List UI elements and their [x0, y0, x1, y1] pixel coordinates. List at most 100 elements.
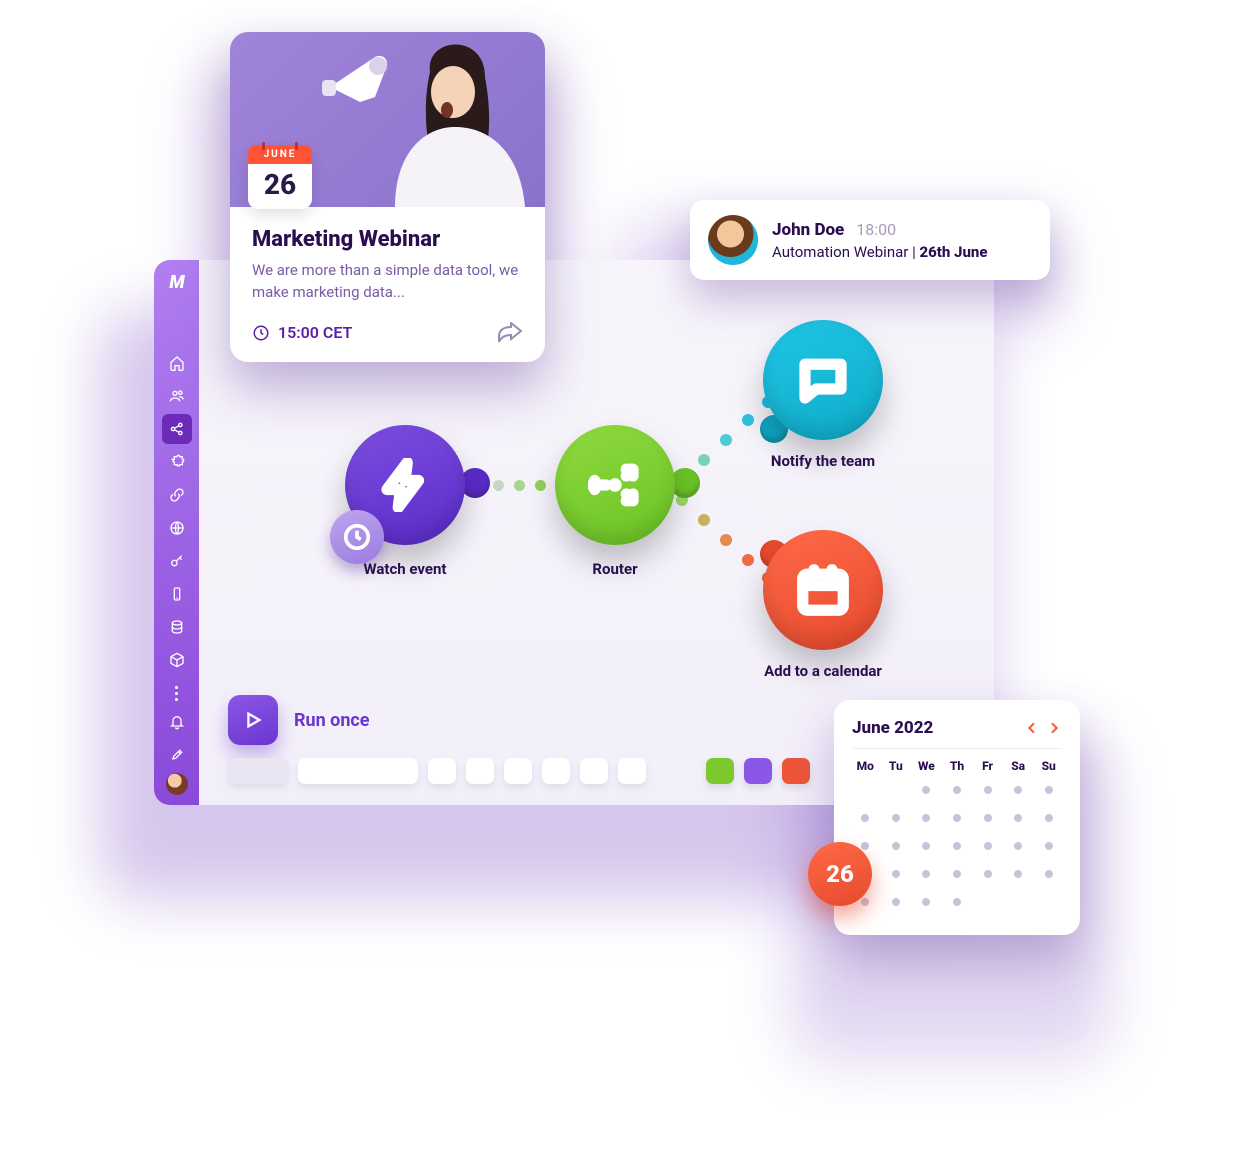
calendar-cell[interactable] — [974, 807, 1001, 829]
calendar-cell[interactable] — [1005, 835, 1032, 857]
calendar-day-header: Tu — [883, 759, 910, 773]
calendar-cell[interactable] — [944, 891, 971, 913]
event-date-badge: JUNE 26 — [248, 145, 312, 209]
calendar-cell[interactable] — [974, 835, 1001, 857]
calendar-cell[interactable] — [1035, 779, 1062, 801]
calendar-widget[interactable]: June 2022 MoTuWeThFrSaSu 26 — [834, 700, 1080, 935]
run-once-button[interactable] — [228, 695, 278, 745]
calendar-cell[interactable] — [1005, 863, 1032, 885]
calendar-cell[interactable] — [883, 807, 910, 829]
calendar-prev-icon[interactable] — [1024, 720, 1040, 736]
calendar-cell[interactable] — [913, 863, 940, 885]
sidebar-item-users[interactable] — [162, 381, 192, 411]
calendar-day-header: Th — [944, 759, 971, 773]
calendar-highlight-day: 26 — [808, 842, 872, 906]
calendar-cell[interactable] — [1035, 863, 1062, 885]
calendar-cell[interactable] — [852, 807, 879, 829]
timeline-segment[interactable] — [542, 758, 570, 784]
timeline-segment[interactable] — [618, 758, 646, 784]
sidebar-item-link[interactable] — [162, 480, 192, 510]
router-icon — [588, 458, 642, 512]
node-label: Router — [535, 560, 695, 578]
calendar-cell[interactable] — [1005, 807, 1032, 829]
calendar-cell[interactable] — [913, 779, 940, 801]
event-hero: JUNE 26 — [230, 32, 545, 207]
sidebar-item-share[interactable] — [162, 414, 192, 444]
calendar-day-header: We — [913, 759, 940, 773]
megaphone-icon — [320, 52, 390, 112]
share-icon[interactable] — [497, 322, 523, 344]
calendar-next-icon[interactable] — [1046, 720, 1062, 736]
calendar-cell[interactable] — [974, 863, 1001, 885]
sidebar-item-notifications[interactable] — [162, 707, 192, 737]
sidebar-item-cube[interactable] — [162, 645, 192, 675]
sidebar-item-puzzle[interactable] — [162, 447, 192, 477]
sidebar-item-settings[interactable] — [162, 740, 192, 770]
app-logo: M — [169, 272, 183, 293]
event-date-day: 26 — [248, 164, 312, 201]
calendar-icon — [796, 563, 850, 617]
timeline-segment[interactable] — [228, 758, 288, 784]
calendar-cell[interactable] — [883, 863, 910, 885]
calendar-cell[interactable] — [913, 807, 940, 829]
timeline-chip[interactable] — [782, 758, 810, 784]
event-date-month: JUNE — [248, 145, 312, 164]
node-add-calendar[interactable] — [763, 530, 883, 650]
lightning-icon — [378, 458, 432, 512]
calendar-cell[interactable] — [883, 891, 910, 913]
event-card[interactable]: JUNE 26 Marketing Webinar We are more th… — [230, 32, 545, 362]
event-description: We are more than a simple data tool, we … — [252, 260, 523, 304]
run-once-label: Run once — [294, 710, 370, 731]
calendar-cell — [883, 779, 910, 801]
timeline-segment[interactable] — [298, 758, 418, 784]
sidebar-item-globe[interactable] — [162, 513, 192, 543]
node-label: Watch event — [325, 560, 485, 578]
calendar-cell[interactable] — [944, 863, 971, 885]
sidebar-item-home[interactable] — [162, 348, 192, 378]
calendar-cell[interactable] — [913, 891, 940, 913]
calendar-cell[interactable] — [883, 835, 910, 857]
event-time: 15:00 CET — [252, 323, 352, 342]
node-label: Notify the team — [743, 452, 903, 470]
notification-time: 18:00 — [856, 220, 896, 239]
event-title: Marketing Webinar — [252, 227, 523, 252]
calendar-day-header: Sa — [1005, 759, 1032, 773]
node-notify-team[interactable] — [763, 320, 883, 440]
calendar-cell[interactable] — [1035, 835, 1062, 857]
app-sidebar: M — [154, 260, 199, 805]
sidebar-more-icon[interactable] — [175, 686, 178, 701]
notification-name: John Doe — [772, 220, 844, 240]
chat-icon — [796, 353, 850, 407]
calendar-cell[interactable] — [913, 835, 940, 857]
sidebar-item-key[interactable] — [162, 546, 192, 576]
timeline-segment[interactable] — [428, 758, 456, 784]
notification-avatar — [708, 215, 758, 265]
sidebar-item-database[interactable] — [162, 612, 192, 642]
notification-subject: Automation Webinar | 26th June — [772, 243, 987, 261]
timeline-chip[interactable] — [744, 758, 772, 784]
sidebar-avatar[interactable] — [166, 773, 188, 795]
notification-card[interactable]: John Doe 18:00 Automation Webinar | 26th… — [690, 200, 1050, 280]
node-router[interactable] — [555, 425, 675, 545]
calendar-cell[interactable] — [944, 779, 971, 801]
play-icon — [242, 709, 264, 731]
calendar-cell[interactable] — [944, 807, 971, 829]
calendar-cell[interactable] — [1035, 807, 1062, 829]
node-label: Add to a calendar — [743, 662, 903, 680]
calendar-day-header: Su — [1035, 759, 1062, 773]
calendar-title: June 2022 — [852, 718, 933, 738]
timeline-segment[interactable] — [504, 758, 532, 784]
timeline-chip[interactable] — [706, 758, 734, 784]
timeline-segment[interactable] — [466, 758, 494, 784]
calendar-cell — [852, 779, 879, 801]
calendar-cell[interactable] — [944, 835, 971, 857]
execution-timeline[interactable] — [228, 758, 810, 784]
sidebar-item-mobile[interactable] — [162, 579, 192, 609]
node-schedule-icon[interactable] — [330, 510, 384, 564]
calendar-cell[interactable] — [974, 779, 1001, 801]
calendar-cell[interactable] — [1005, 779, 1032, 801]
calendar-day-header: Fr — [974, 759, 1001, 773]
timeline-segment[interactable] — [580, 758, 608, 784]
calendar-day-header: Mo — [852, 759, 879, 773]
clock-icon — [252, 324, 270, 342]
